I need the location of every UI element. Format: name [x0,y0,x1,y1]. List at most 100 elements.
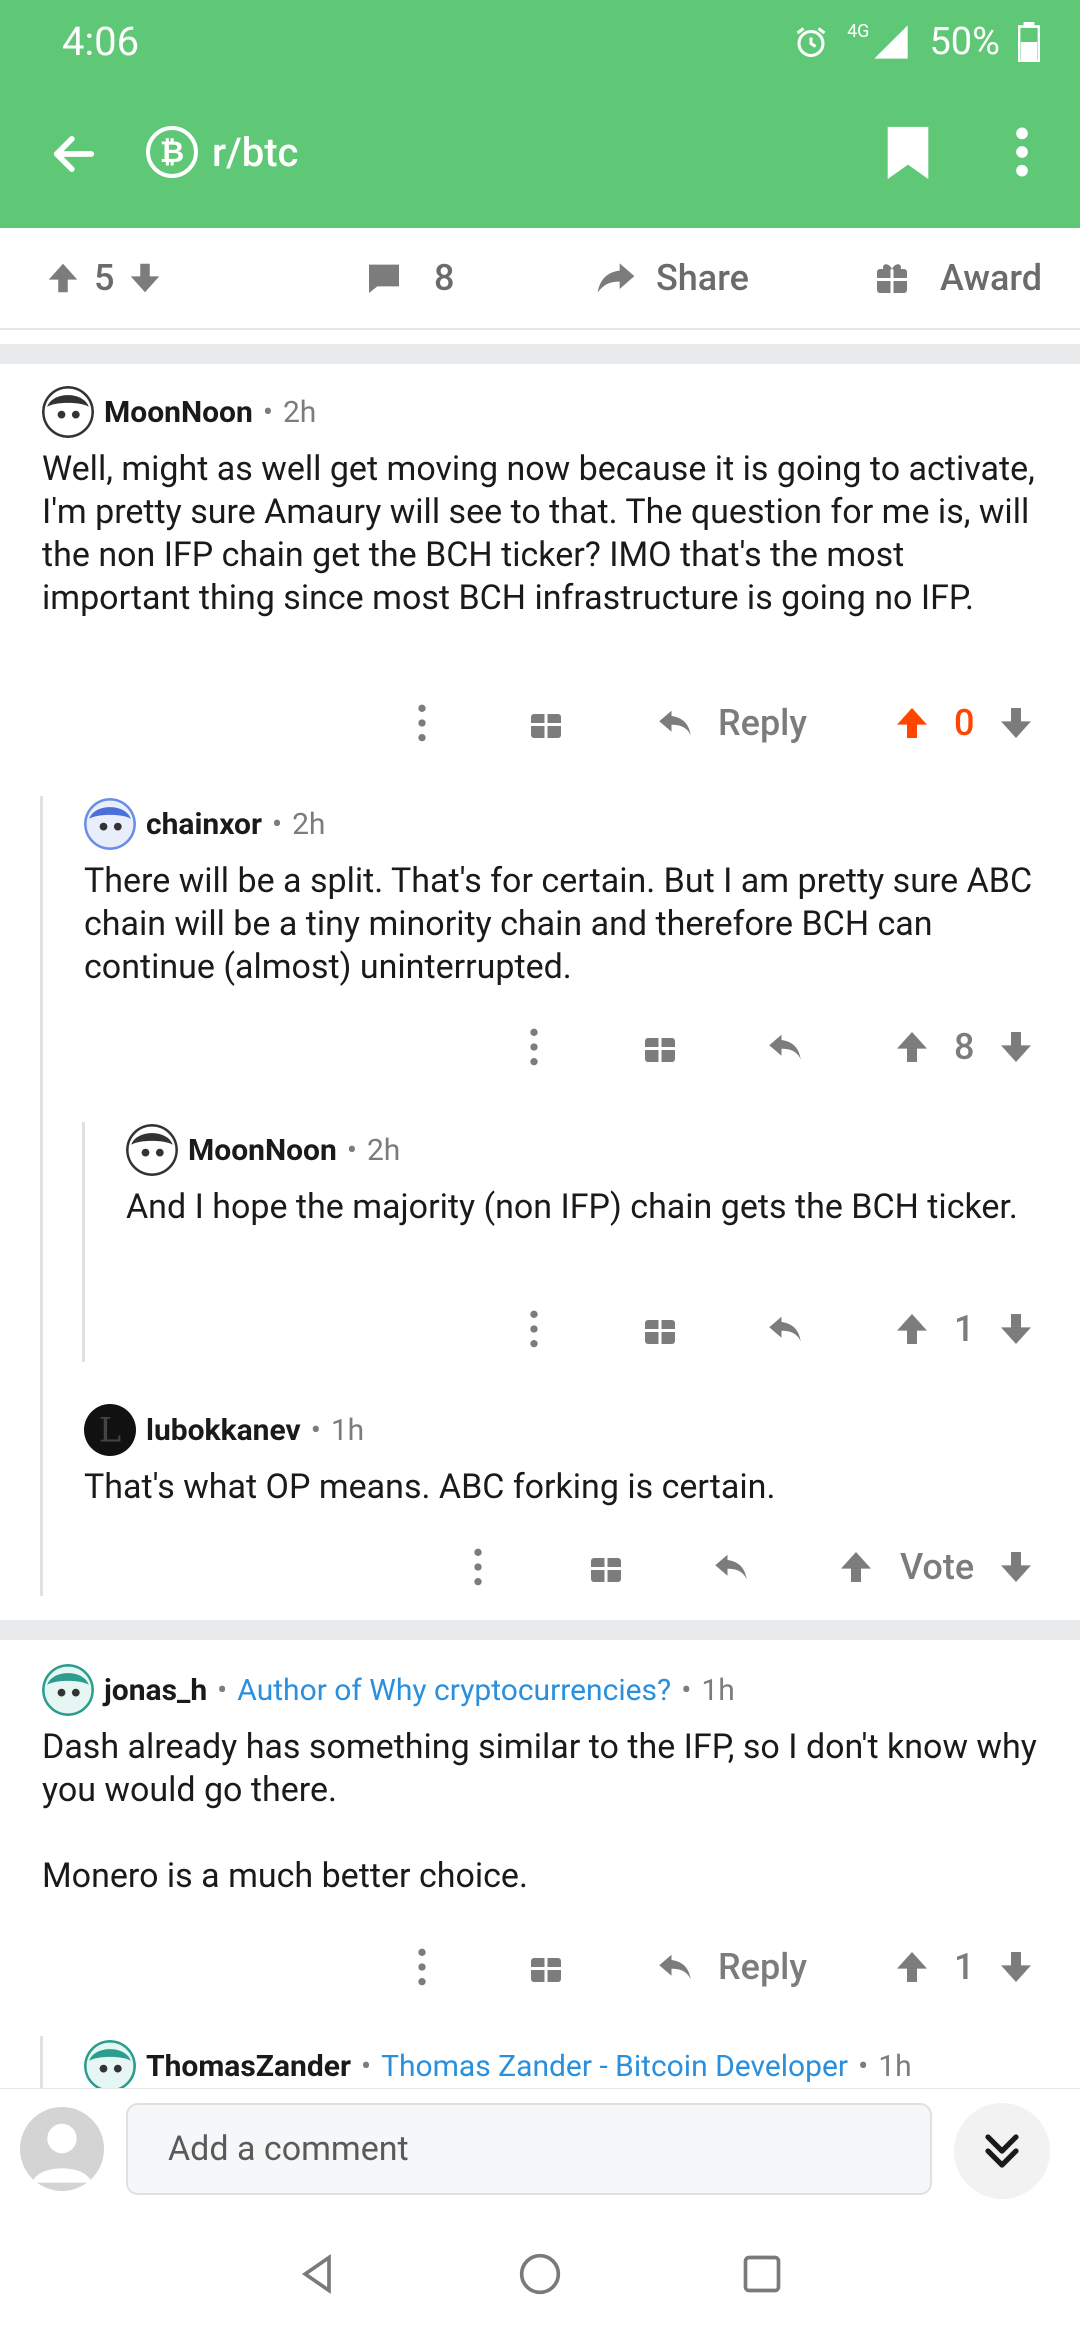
reply-button[interactable] [764,1294,806,1364]
gift-icon [531,714,561,738]
comment-more-button[interactable] [516,1294,552,1364]
next-comment-button[interactable] [954,2103,1050,2199]
section-divider [0,344,1080,364]
comment-header: jonas_h • Author of Why cryptocurrencies… [42,1664,735,1716]
user-flair: Author of Why cryptocurrencies? [237,1672,672,1708]
comment-icon [369,264,399,293]
comment-author[interactable]: ThomasZander [146,2049,351,2084]
comment-vote: 1 [892,1294,1036,1364]
subreddit-name: r/btc [212,128,299,176]
post-vote: 5 [44,228,164,328]
back-arrow-icon[interactable] [48,128,100,180]
thread-line[interactable] [40,796,43,1596]
snoo-avatar[interactable] [126,1124,178,1176]
comment-award-button[interactable] [528,1932,564,2002]
comment-count: 8 [434,257,455,299]
upvote-active-icon[interactable] [892,703,932,743]
reply-button[interactable] [710,1532,752,1602]
downvote-icon[interactable] [996,703,1036,743]
double-chevron-down-icon [985,2134,1019,2168]
comment-vote: 8 [892,1012,1036,1082]
reply-icon [659,710,691,736]
gift-icon [645,1038,675,1062]
downvote-icon[interactable] [996,1309,1036,1349]
user-avatar[interactable]: L [84,1404,136,1456]
bitcoin-icon: ₿ [146,126,198,178]
user-flair: Thomas Zander - Bitcoin Developer [381,2048,849,2084]
comment-more-button[interactable] [404,1932,440,2002]
reply-icon [715,1554,747,1580]
comment-actions: 8 [0,1012,1080,1082]
comment-author[interactable]: lubokkanev [146,1413,301,1448]
comment-header: chainxor • 2h [84,798,325,850]
reply-button[interactable]: Reply [654,1932,807,2002]
comment-award-button[interactable] [642,1012,678,1082]
reply-button[interactable]: Reply [654,688,807,758]
more-vertical-icon [530,1310,538,1348]
vote-label: Vote [900,1546,975,1588]
more-options-icon[interactable] [1002,124,1042,180]
comment-vote: 1 [892,1932,1036,2002]
upvote-icon[interactable] [44,259,82,297]
back-triangle-icon[interactable] [296,2250,340,2298]
comment-header: MoonNoon • 2h [126,1124,400,1176]
status-time: 4:06 [62,18,140,65]
post-score: 5 [94,257,115,299]
separator-dot: • [681,1672,692,1708]
comment-more-button[interactable] [516,1012,552,1082]
user-avatar-placeholder[interactable] [20,2107,104,2191]
reply-button[interactable] [764,1012,806,1082]
home-circle-icon[interactable] [518,2252,562,2296]
upvote-icon[interactable] [836,1547,876,1587]
upvote-icon[interactable] [892,1309,932,1349]
share-button[interactable]: Share [594,228,749,328]
comment-more-button[interactable] [460,1532,496,1602]
comment-score: 0 [954,702,975,744]
separator-dot: • [346,1132,357,1168]
comment-body: And I hope the majority (non IFP) chain … [126,1187,1018,1227]
award-label: Award [940,257,1043,299]
comment-time: 1h [878,2048,912,2084]
alarm-icon [796,27,826,57]
downvote-icon[interactable] [996,1027,1036,1067]
gift-icon [531,1958,561,1982]
comment-score: 8 [954,1026,975,1068]
more-vertical-icon [474,1548,482,1586]
snoo-avatar[interactable] [42,386,94,438]
comment-actions: Vote [0,1532,1080,1602]
award-button[interactable]: Award [874,228,1042,328]
more-vertical-icon [530,1028,538,1066]
reply-icon [769,1034,801,1060]
recents-square-icon[interactable] [740,2252,784,2296]
comment-author[interactable]: MoonNoon [188,1133,337,1168]
upvote-icon[interactable] [892,1947,932,1987]
thread-line[interactable] [40,2036,43,2088]
comment-author[interactable]: jonas_h [104,1673,207,1708]
snoo-avatar[interactable] [42,1664,94,1716]
upvote-icon[interactable] [892,1027,932,1067]
comment-more-button[interactable] [404,688,440,758]
network-label: 4G [847,20,870,42]
comment-author[interactable]: MoonNoon [104,395,253,430]
downvote-icon[interactable] [126,259,164,297]
comment-award-button[interactable] [642,1294,678,1364]
comment-actions: 1 [0,1294,1080,1364]
separator-dot: • [310,1412,321,1448]
comment-time: 1h [330,1412,365,1448]
comment-award-button[interactable] [588,1532,624,1602]
comment-actions: Reply 0 [0,688,1080,758]
subreddit-title[interactable]: ₿ r/btc [146,126,298,178]
reply-icon [659,1954,691,1980]
comment-award-button[interactable] [528,688,564,758]
section-divider [0,1620,1080,1640]
snoo-avatar[interactable] [84,798,136,850]
downvote-icon[interactable] [996,1947,1036,1987]
comments-button[interactable]: 8 [364,228,454,328]
add-comment-input[interactable]: Add a comment [126,2103,932,2195]
downvote-icon[interactable] [996,1547,1036,1587]
bookmark-icon[interactable] [884,124,932,182]
comment-author[interactable]: chainxor [146,807,262,842]
snoo-avatar[interactable] [84,2040,136,2092]
battery-icon [1018,22,1040,62]
comment-score: 1 [954,1308,975,1350]
